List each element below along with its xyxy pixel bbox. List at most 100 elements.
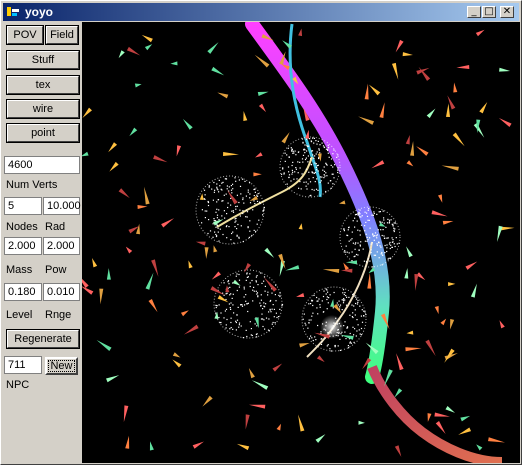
dust-particle — [230, 239, 232, 241]
tex-button[interactable]: tex — [6, 75, 80, 95]
dust-particle — [261, 313, 263, 315]
dust-particle — [308, 319, 310, 321]
dust-particle — [291, 164, 293, 167]
pov-button[interactable]: POV — [6, 25, 44, 45]
point-button[interactable]: point — [6, 123, 80, 143]
stuff-button[interactable]: Stuff — [6, 50, 80, 70]
dust-particle — [355, 335, 357, 337]
dust-particle — [253, 195, 255, 197]
dust-particle — [254, 323, 256, 325]
field-arrow — [431, 210, 448, 217]
dust-particle — [304, 152, 306, 154]
field-arrow — [118, 50, 125, 59]
field-arrow — [188, 260, 193, 269]
field-arrow — [395, 39, 404, 53]
rad-input[interactable]: 10.000 — [43, 197, 81, 215]
pow-input[interactable]: 2.000 — [43, 237, 80, 255]
dust-particle — [346, 326, 349, 328]
maximize-button[interactable]: □ — [482, 6, 496, 18]
minimize-button[interactable]: _ — [467, 6, 481, 18]
dust-particle — [348, 347, 350, 349]
field-arrow — [182, 118, 193, 130]
dust-particle — [337, 329, 339, 331]
dust-particle — [230, 321, 232, 324]
dust-particle — [323, 166, 325, 168]
dust-particle — [345, 245, 347, 247]
dust-particle — [264, 328, 266, 330]
field-arrow — [217, 295, 229, 303]
field-arrow — [236, 443, 250, 451]
num-verts-input[interactable]: 4600 — [4, 156, 80, 174]
level-input[interactable]: 0.180 — [4, 283, 42, 301]
dust-particle — [356, 220, 358, 222]
dust-particle — [383, 222, 385, 224]
rnge-input[interactable]: 0.010 — [43, 283, 80, 301]
field-arrow — [444, 348, 455, 363]
dust-particle — [281, 304, 284, 306]
app-icon — [7, 7, 19, 16]
dust-particle — [389, 247, 391, 250]
dust-particle — [261, 282, 263, 284]
field-arrow — [296, 293, 305, 297]
dust-particle — [238, 286, 240, 288]
dust-particle — [352, 293, 354, 296]
dust-particle — [359, 305, 361, 307]
dust-particle — [222, 200, 224, 202]
dust-particle — [312, 339, 314, 342]
title-bar[interactable]: yoyo _ □ ✕ — [3, 3, 519, 21]
dust-particle — [209, 230, 212, 232]
dust-particle — [253, 188, 255, 191]
dust-particle — [238, 201, 240, 204]
dust-particle — [345, 304, 348, 306]
dust-particle — [382, 229, 384, 231]
field-arrow — [217, 92, 229, 99]
dust-particle — [379, 220, 381, 223]
render-viewport[interactable] — [82, 22, 520, 463]
dust-particle — [208, 219, 210, 221]
mass-input[interactable]: 2.000 — [4, 237, 42, 255]
regenerate-button[interactable]: Regenerate — [6, 329, 80, 349]
dust-particle — [264, 285, 266, 287]
dust-particle — [337, 171, 339, 174]
dust-particle — [372, 234, 374, 236]
field-button[interactable]: Field — [45, 25, 79, 45]
dust-particle — [333, 177, 335, 179]
dust-particle — [268, 318, 270, 320]
new-button[interactable]: New — [45, 357, 78, 375]
dust-particle — [265, 317, 268, 319]
dust-particle — [353, 341, 355, 343]
dust-particle — [286, 154, 288, 156]
dust-particle — [354, 243, 356, 245]
field-arrow — [406, 330, 414, 335]
dust-particle — [288, 174, 291, 176]
dust-particle — [361, 215, 363, 217]
dust-particle — [241, 178, 244, 180]
dust-particle — [327, 149, 329, 152]
dust-particle — [304, 144, 306, 146]
dust-particle — [256, 275, 258, 277]
wire-button[interactable]: wire — [6, 99, 80, 119]
npc-input[interactable]: 711 — [4, 356, 42, 374]
dust-particle — [308, 303, 310, 305]
field-arrow — [172, 352, 181, 358]
dust-particle — [263, 302, 265, 304]
dust-particle — [386, 237, 388, 239]
field-arrow — [99, 288, 104, 305]
dust-particle — [359, 234, 361, 236]
field-arrow — [136, 223, 140, 235]
dust-particle — [393, 229, 395, 231]
field-arrow — [137, 205, 148, 209]
dust-particle — [291, 149, 293, 151]
dust-particle — [214, 231, 216, 233]
dust-particle — [247, 226, 249, 228]
dust-particle — [381, 234, 383, 237]
dust-particle — [348, 226, 350, 228]
dust-particle — [383, 219, 385, 221]
dust-particle — [304, 322, 306, 324]
close-button[interactable]: ✕ — [500, 6, 514, 18]
dust-particle — [292, 171, 294, 173]
dust-particle — [364, 311, 366, 313]
dust-particle — [238, 279, 241, 281]
dust-particle — [325, 172, 327, 174]
nodes-input[interactable]: 5 — [4, 197, 42, 215]
